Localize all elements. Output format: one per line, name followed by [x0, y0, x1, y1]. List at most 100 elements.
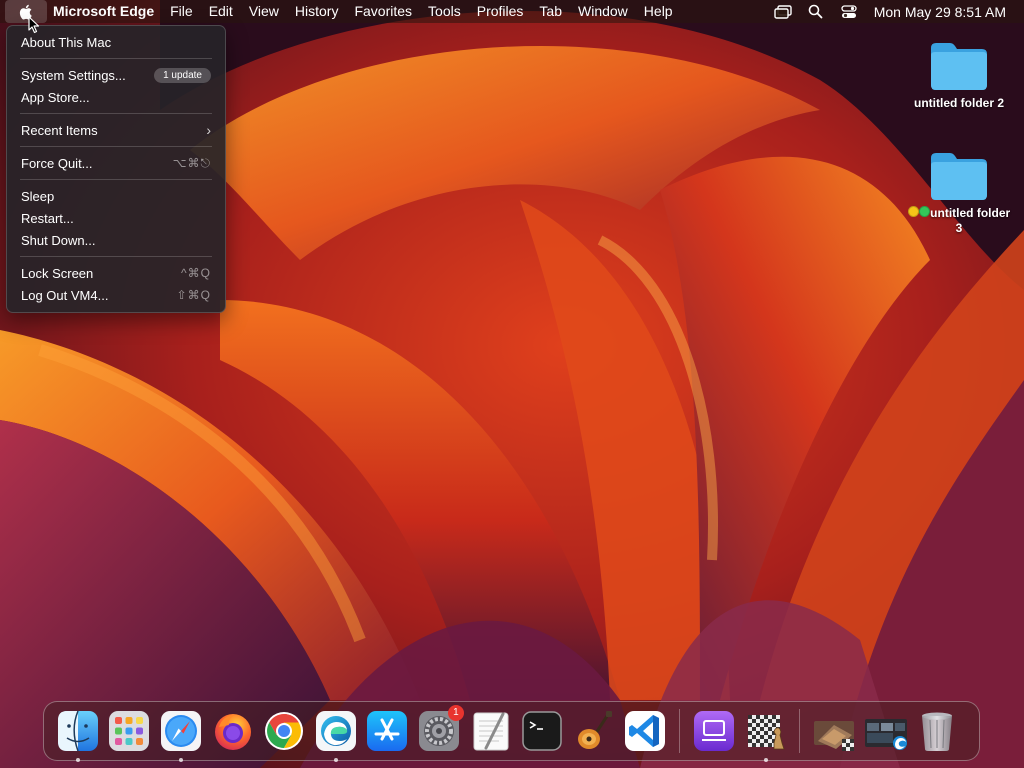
- menu-tab[interactable]: Tab: [531, 0, 570, 23]
- menu-separator: [20, 58, 212, 59]
- menu-item-label: App Store...: [21, 89, 90, 105]
- dock-minimized-chess-window[interactable]: [812, 709, 856, 753]
- menu-app-store[interactable]: App Store...: [7, 86, 225, 108]
- dock-app-store[interactable]: [365, 709, 409, 753]
- notification-badge: 1: [447, 705, 464, 721]
- dock: 1: [43, 701, 980, 762]
- desktop-folder-untitled-2[interactable]: untitled folder 2: [903, 40, 1015, 111]
- desktop: Microsoft Edge File Edit View History Fa…: [0, 0, 1024, 768]
- folder-label: untitled folder 2: [914, 96, 1004, 110]
- menu-profiles[interactable]: Profiles: [469, 0, 532, 23]
- menu-separator: [20, 179, 212, 180]
- dock-firefox[interactable]: [211, 709, 255, 753]
- running-indicator: [763, 758, 768, 762]
- desktop-folder-untitled-3[interactable]: untitled folder 3: [903, 150, 1015, 236]
- dock-microsoft-edge[interactable]: [314, 709, 358, 762]
- folder-icon: [931, 153, 987, 200]
- menu-item-label: About This Mac: [21, 34, 112, 50]
- dock-separator: [799, 709, 801, 753]
- firefox-icon: [214, 714, 251, 750]
- dock-chess[interactable]: [744, 709, 788, 762]
- menu-restart[interactable]: Restart...: [7, 207, 225, 229]
- dock-garageband[interactable]: [572, 709, 616, 753]
- menu-force-quit[interactable]: Force Quit... ⌥⌘⎋: [7, 152, 225, 174]
- running-indicator: [75, 758, 80, 762]
- green-tag-icon: [919, 206, 931, 218]
- menu-shortcut: ^⌘Q: [181, 266, 211, 280]
- finder-icon: [57, 710, 98, 752]
- menu-separator: [20, 113, 212, 114]
- menu-about-this-mac[interactable]: About This Mac: [7, 31, 225, 53]
- dock-trash[interactable]: [915, 709, 959, 753]
- menu-system-settings[interactable]: System Settings... 1 update: [7, 64, 225, 86]
- dock-textedit[interactable]: [469, 709, 513, 753]
- menu-item-label: Lock Screen: [21, 265, 94, 281]
- menu-help[interactable]: Help: [636, 0, 681, 23]
- menu-favorites[interactable]: Favorites: [346, 0, 420, 23]
- menu-view[interactable]: View: [241, 0, 287, 23]
- dock-mail-drop[interactable]: [692, 709, 736, 753]
- menu-tools[interactable]: Tools: [420, 0, 469, 23]
- dock-terminal[interactable]: [520, 709, 564, 753]
- menu-recent-items[interactable]: Recent Items ›: [7, 119, 225, 141]
- chess-icon: [747, 715, 785, 750]
- menu-item-label: System Settings...: [21, 67, 126, 83]
- finder-tags-icon: [907, 206, 931, 221]
- menu-edit[interactable]: Edit: [201, 0, 241, 23]
- menu-sleep[interactable]: Sleep: [7, 185, 225, 207]
- menu-item-label: Sleep: [21, 188, 55, 204]
- menu-item-label: Restart...: [21, 210, 74, 226]
- edge-window-thumbnail-icon: [864, 719, 907, 750]
- folder-icon: [931, 43, 987, 90]
- update-badge: 1 update: [154, 67, 211, 83]
- folder-label: untitled folder 3: [903, 206, 1015, 236]
- textedit-icon: [473, 712, 509, 751]
- menu-shortcut: ⌥⌘⎋: [172, 155, 211, 170]
- dock-minimized-edge-window[interactable]: [864, 709, 908, 753]
- edge-icon: [315, 711, 356, 751]
- control-center-icon[interactable]: [838, 0, 860, 23]
- dock-separator: [679, 709, 681, 753]
- dock-visual-studio-code[interactable]: [623, 709, 667, 753]
- garageband-guitar-icon: [577, 711, 612, 749]
- folder-label-text: untitled folder 3: [930, 206, 1011, 236]
- menu-bar-clock[interactable]: Mon May 29 8:51 AM: [874, 4, 1006, 20]
- spotlight-search-icon[interactable]: [805, 0, 827, 23]
- dock-safari[interactable]: [159, 709, 203, 762]
- dock-finder[interactable]: [56, 709, 100, 762]
- dock-launchpad[interactable]: [107, 709, 151, 753]
- dock-system-settings[interactable]: 1: [417, 705, 464, 753]
- trash-icon: [922, 712, 953, 751]
- safari-icon: [160, 711, 201, 751]
- chess-window-thumbnail-icon: [814, 721, 855, 751]
- menu-item-label: Log Out VM4...: [21, 287, 109, 303]
- apple-menu-icon[interactable]: [5, 0, 47, 23]
- apple-menu-dropdown: About This Mac System Settings... 1 upda…: [6, 25, 226, 313]
- purple-app-icon: [693, 711, 734, 751]
- menu-item-label: Force Quit...: [21, 155, 93, 171]
- terminal-icon: [522, 711, 562, 751]
- menu-shut-down[interactable]: Shut Down...: [7, 229, 225, 251]
- menu-bar: Microsoft Edge File Edit View History Fa…: [0, 0, 1024, 23]
- chrome-icon: [265, 712, 304, 750]
- screen-mirroring-icon[interactable]: [772, 0, 794, 23]
- menu-history[interactable]: History: [287, 0, 347, 23]
- running-indicator: [178, 758, 183, 762]
- menu-item-label: Recent Items: [21, 122, 98, 138]
- chevron-right-icon: ›: [206, 122, 211, 138]
- menu-log-out[interactable]: Log Out VM4... ⇧⌘Q: [7, 284, 225, 306]
- menu-separator: [20, 146, 212, 147]
- menu-shortcut: ⇧⌘Q: [176, 288, 211, 302]
- yellow-tag-icon: [907, 206, 919, 218]
- app-store-icon: [367, 711, 408, 751]
- menu-window[interactable]: Window: [570, 0, 636, 23]
- menu-app-name[interactable]: Microsoft Edge: [47, 0, 162, 23]
- running-indicator: [333, 758, 338, 762]
- dock-google-chrome[interactable]: [262, 709, 306, 753]
- menu-bar-status-area: Mon May 29 8:51 AM: [761, 0, 1024, 23]
- menu-file[interactable]: File: [162, 0, 201, 23]
- menu-item-label: Shut Down...: [21, 232, 96, 248]
- vscode-icon: [625, 711, 666, 751]
- mouse-cursor-icon: [28, 16, 40, 34]
- menu-lock-screen[interactable]: Lock Screen ^⌘Q: [7, 262, 225, 284]
